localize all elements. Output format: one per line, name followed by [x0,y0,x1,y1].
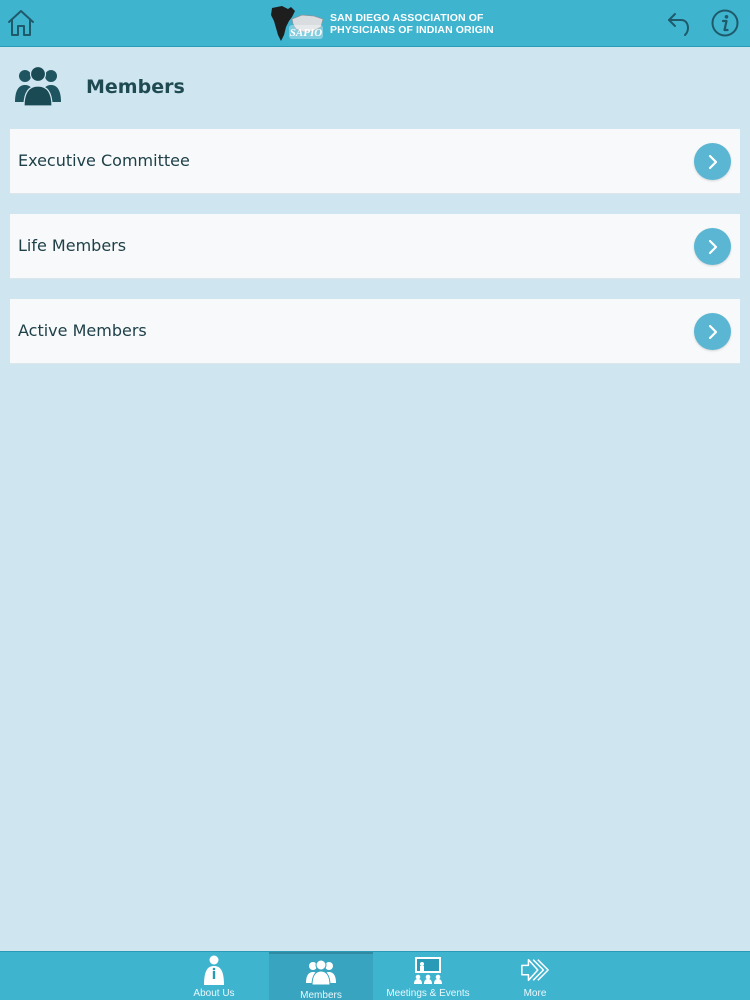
top-navigation-bar: SAPIO SAN DIEGO ASSOCIATION OF PHYSICIAN… [0,0,750,47]
india-map-logo-icon: SAPIO [271,6,324,41]
info-button[interactable] [709,7,741,39]
chevron-right-icon [708,324,717,339]
tab-meetings-events[interactable]: Meetings & Events [376,952,480,1000]
chevron-right-button[interactable] [694,143,731,180]
page-title-row: Members [0,60,750,116]
back-button[interactable] [663,7,695,39]
chevron-right-button[interactable] [694,313,731,350]
members-group-icon [306,957,336,987]
organization-name-line1: SAN DIEGO ASSOCIATION OF [330,12,484,24]
chevron-right-icon [708,239,717,254]
tab-label: Members [300,990,342,1000]
double-arrow-right-icon [520,955,550,985]
page-title: Members [86,76,185,98]
bottom-tab-bar: About Us Members Meetings & Events More [0,951,750,1000]
list-item-label: Executive Committee [18,151,190,170]
meeting-presentation-icon [413,955,443,985]
logo-badge: SAPIO [290,27,322,39]
list-item-label: Life Members [18,236,127,255]
chevron-right-icon [708,154,717,169]
undo-arrow-icon [668,13,690,36]
about-person-info-icon [199,955,229,985]
organization-name-line2: PHYSICIANS OF INDIAN ORIGIN [330,24,494,36]
list-item-life-members[interactable]: Life Members [10,214,740,279]
tab-about-us[interactable]: About Us [162,952,266,1000]
tab-more[interactable]: More [483,952,587,1000]
info-icon [711,9,739,37]
tab-label: Meetings & Events [386,988,470,999]
list-item-label: Active Members [18,321,147,340]
organization-name: SAN DIEGO ASSOCIATION OF PHYSICIANS OF I… [330,12,494,36]
chevron-right-button[interactable] [694,228,731,265]
list-item-executive-committee[interactable]: Executive Committee [10,129,740,194]
tab-label: About Us [193,988,235,999]
home-button[interactable] [5,7,37,39]
tab-label: More [523,988,547,999]
list-item-active-members[interactable]: Active Members [10,299,740,364]
members-group-icon [15,65,61,107]
home-icon [8,10,34,36]
sapio-logo: SAPIO SAN DIEGO ASSOCIATION OF PHYSICIAN… [268,4,494,44]
tab-members[interactable]: Members [269,952,373,1000]
